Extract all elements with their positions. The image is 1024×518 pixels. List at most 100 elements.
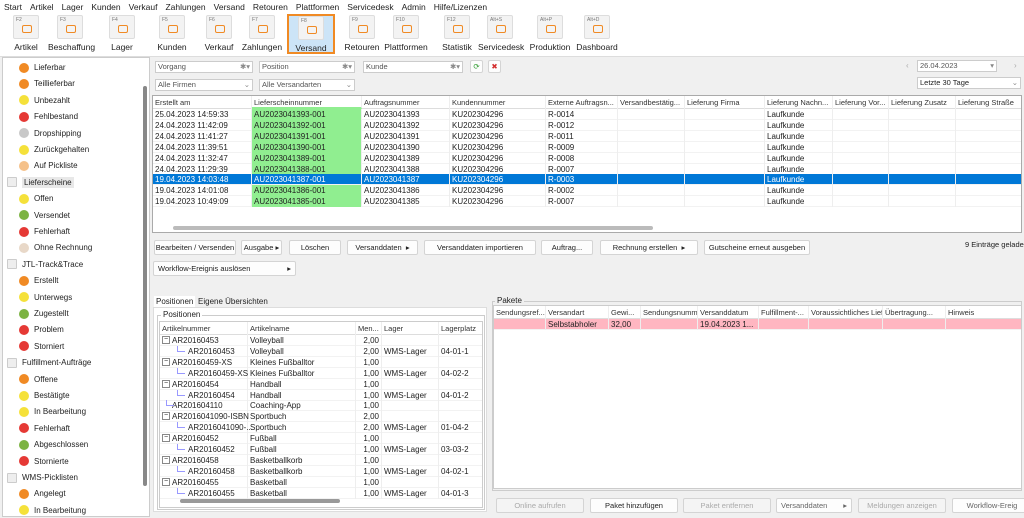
table-row[interactable]: AR20160458 Basketballkorb 1,00 WMS-Lager 04-… bbox=[160, 465, 482, 477]
table-row[interactable]: 24.04.2023 11:32:47 AU2023041389-001 AU202… bbox=[153, 152, 1021, 164]
column-header[interactable]: Artikelnummer bbox=[160, 322, 248, 335]
table-row[interactable]: AR20160459-XS Kleines Fußballtor 1,00 WMS-L… bbox=[160, 367, 482, 379]
column-header[interactable]: Fulfillment-... bbox=[759, 306, 809, 319]
column-header[interactable]: Sendungsref... bbox=[494, 306, 546, 319]
kunde-filter[interactable]: Kunde ✱▾ bbox=[363, 61, 463, 73]
column-header[interactable]: Lieferung Straße bbox=[956, 96, 1021, 109]
meldungen-anzeigen-button[interactable]: Meldungen anzeigen bbox=[858, 498, 946, 513]
rechnung-erstellen-button[interactable]: Rechnung erstellen ▸ bbox=[600, 240, 698, 255]
versanddaten-importieren-button[interactable]: Versanddaten importieren bbox=[424, 240, 536, 255]
sidebar-item-unbezahlt[interactable]: Unbezahlt bbox=[3, 93, 70, 108]
collapse-icon[interactable]: − bbox=[162, 357, 170, 366]
bearbeiten-versenden-button[interactable]: Bearbeiten / Versenden bbox=[154, 240, 236, 255]
column-header[interactable]: Lagerplatz bbox=[439, 322, 482, 335]
toolbar-kunden-button[interactable]: F5 Kunden bbox=[150, 15, 194, 55]
table-row[interactable]: 19.04.2023 10:49:09 AU2023041385-001 AU202… bbox=[153, 196, 1021, 208]
toolbar-retouren-button[interactable]: F9 Retouren bbox=[340, 15, 384, 55]
toolbar-versand-button[interactable]: F8 Versand bbox=[287, 14, 335, 54]
menu-servicedesk[interactable]: Servicedesk bbox=[347, 2, 393, 12]
column-header[interactable]: Kundennummer bbox=[450, 96, 546, 109]
date-picker[interactable]: 26.04.2023 ▾ bbox=[917, 60, 997, 72]
tab-eigene-uebersichten[interactable]: Eigene Übersichten bbox=[196, 296, 270, 307]
sidebar-item-zugestellt[interactable]: Zugestellt bbox=[3, 306, 69, 321]
positionen-horizontal-scrollbar[interactable] bbox=[180, 499, 340, 503]
table-row[interactable]: 24.04.2023 11:39:51 AU2023041390-001 AU202… bbox=[153, 141, 1021, 153]
table-horizontal-scrollbar[interactable] bbox=[173, 226, 653, 230]
collapse-icon[interactable]: − bbox=[162, 455, 170, 464]
toolbar-zahlungen-button[interactable]: F7 Zahlungen bbox=[240, 15, 284, 55]
toolbar-produktion-button[interactable]: Alt+P Produktion bbox=[528, 15, 572, 55]
menu-verkauf[interactable]: Verkauf bbox=[129, 2, 158, 12]
calendar-dropdown-icon[interactable]: ▾ bbox=[990, 61, 994, 71]
toolbar-dashboard-button[interactable]: Alt+D Dashboard bbox=[575, 15, 619, 55]
vorgang-filter[interactable]: Vorgang ✱▾ bbox=[155, 61, 253, 73]
menu-admin[interactable]: Admin bbox=[402, 2, 426, 12]
table-row[interactable]: 24.04.2023 11:29:39 AU2023041388-001 AU202… bbox=[153, 163, 1021, 175]
table-row[interactable]: AR20160455 Basketball 1,00 WMS-Lager 04-01-3 bbox=[160, 487, 482, 499]
sidebar-item-dropshipping[interactable]: Dropshipping bbox=[3, 126, 81, 141]
toolbar-beschaffung-button[interactable]: F3 Beschaffung bbox=[48, 15, 95, 55]
column-header[interactable]: Versanddatum bbox=[698, 306, 759, 319]
sidebar-item-best-tigte[interactable]: Bestätigte bbox=[3, 388, 70, 403]
column-header[interactable]: Gewi... bbox=[609, 306, 641, 319]
table-row[interactable]: AR20160453 Volleyball 2,00 − bbox=[160, 335, 482, 346]
table-row[interactable]: 19.04.2023 14:03:48 AU2023041387-001 AU202… bbox=[153, 174, 1021, 186]
table-row[interactable]: AR20160452 Fußball 1,00 WMS-Lager 03-03-2 bbox=[160, 444, 482, 455]
sidebar-item-fehlerhaft[interactable]: Fehlerhaft bbox=[3, 224, 70, 239]
paket-versanddaten-button[interactable]: Versanddaten ▸ bbox=[776, 498, 852, 513]
sidebar-item-storniert[interactable]: Storniert bbox=[3, 339, 64, 354]
gutscheine-button[interactable]: Gutscheine erneut ausgeben bbox=[704, 240, 810, 255]
table-row[interactable]: AR20160459-XS Kleines Fußballtor 1,00 − bbox=[160, 356, 482, 368]
menu-artikel[interactable]: Artikel bbox=[30, 2, 54, 12]
paket-workflow-button[interactable]: Workflow-Ereig bbox=[952, 498, 1024, 513]
column-header[interactable]: Lieferung Zusatz bbox=[889, 96, 956, 109]
sidebar-item-fulfillment-auftr-ge[interactable]: Fulfillment-Aufträge bbox=[3, 355, 91, 370]
loeschen-button[interactable]: Löschen bbox=[289, 240, 341, 255]
column-header[interactable]: Auftragsnummer bbox=[362, 96, 450, 109]
column-header[interactable]: Lieferung Firma bbox=[685, 96, 765, 109]
collapse-icon[interactable]: − bbox=[162, 412, 170, 421]
table-row[interactable]: AR20160455 Basketball 1,00 − bbox=[160, 476, 482, 488]
column-header[interactable]: Sendungsnumm... bbox=[641, 306, 698, 319]
collapse-icon[interactable]: − bbox=[162, 434, 170, 443]
toolbar-artikel-button[interactable]: F2 Artikel bbox=[4, 15, 48, 55]
filter-wand-icon[interactable]: ✱▾ bbox=[342, 62, 352, 72]
column-header[interactable]: Hinweis bbox=[946, 306, 1021, 319]
refresh-icon[interactable]: ⟳ bbox=[470, 60, 483, 73]
collapse-icon[interactable]: − bbox=[162, 379, 170, 388]
sidebar-item-fehlbestand[interactable]: Fehlbestand bbox=[3, 109, 78, 124]
online-aufrufen-button[interactable]: Online aufrufen bbox=[496, 498, 584, 513]
position-filter[interactable]: Position ✱▾ bbox=[259, 61, 355, 73]
table-row[interactable]: 24.04.2023 11:42:09 AU2023041392-001 AU202… bbox=[153, 119, 1021, 131]
menu-retouren[interactable]: Retouren bbox=[253, 2, 288, 12]
column-header[interactable]: Artikelname bbox=[248, 322, 356, 335]
clear-filter-icon[interactable]: ✖ bbox=[488, 60, 501, 73]
column-header[interactable]: Versandbestätig... bbox=[618, 96, 685, 109]
prev-date-icon[interactable]: ‹ bbox=[906, 61, 909, 70]
sidebar-item-offen[interactable]: Offen bbox=[3, 191, 53, 206]
menu-lager[interactable]: Lager bbox=[62, 2, 84, 12]
table-row[interactable]: AR2016041090-... Sportbuch 2,00 WMS-Lager 01… bbox=[160, 422, 482, 434]
sidebar-item-angelegt[interactable]: Angelegt bbox=[3, 486, 66, 501]
table-row[interactable]: AR2016041090-ISBN Sportbuch 2,00 − bbox=[160, 411, 482, 423]
sidebar-item-auf-pickliste[interactable]: Auf Pickliste bbox=[3, 158, 78, 173]
sidebar-item-offene[interactable]: Offene bbox=[3, 372, 58, 387]
sidebar-item-versendet[interactable]: Versendet bbox=[3, 208, 70, 223]
workflow-button[interactable]: Workflow-Ereignis auslösen ▸ bbox=[153, 261, 296, 276]
sidebar-item-erstellt[interactable]: Erstellt bbox=[3, 273, 58, 288]
column-header[interactable]: Lieferung Nachn... bbox=[765, 96, 833, 109]
column-header[interactable]: Übertragung... bbox=[883, 306, 946, 319]
filter-wand-icon[interactable]: ✱▾ bbox=[450, 62, 460, 72]
sidebar-item-abgeschlossen[interactable]: Abgeschlossen bbox=[3, 437, 88, 452]
column-header[interactable]: Men... bbox=[356, 322, 382, 335]
firmen-select[interactable]: Alle Firmen ⌄ bbox=[155, 79, 253, 91]
menu-versand[interactable]: Versand bbox=[214, 2, 245, 12]
table-row[interactable]: AR20160454 Handball 1,00 − bbox=[160, 378, 482, 390]
auftrag-button[interactable]: Auftrag... bbox=[541, 240, 593, 255]
column-header[interactable]: Lieferung Vor... bbox=[833, 96, 889, 109]
table-row[interactable]: Selbstabholer 32,00 19.04.2023 1... bbox=[494, 319, 1021, 330]
menu-kunden[interactable]: Kunden bbox=[91, 2, 120, 12]
sidebar-item-problem[interactable]: Problem bbox=[3, 322, 64, 337]
toolbar-servicedesk-button[interactable]: Alt+S Servicedesk bbox=[478, 15, 524, 55]
sidebar-item-teillieferbar[interactable]: Teillieferbar bbox=[3, 76, 75, 91]
